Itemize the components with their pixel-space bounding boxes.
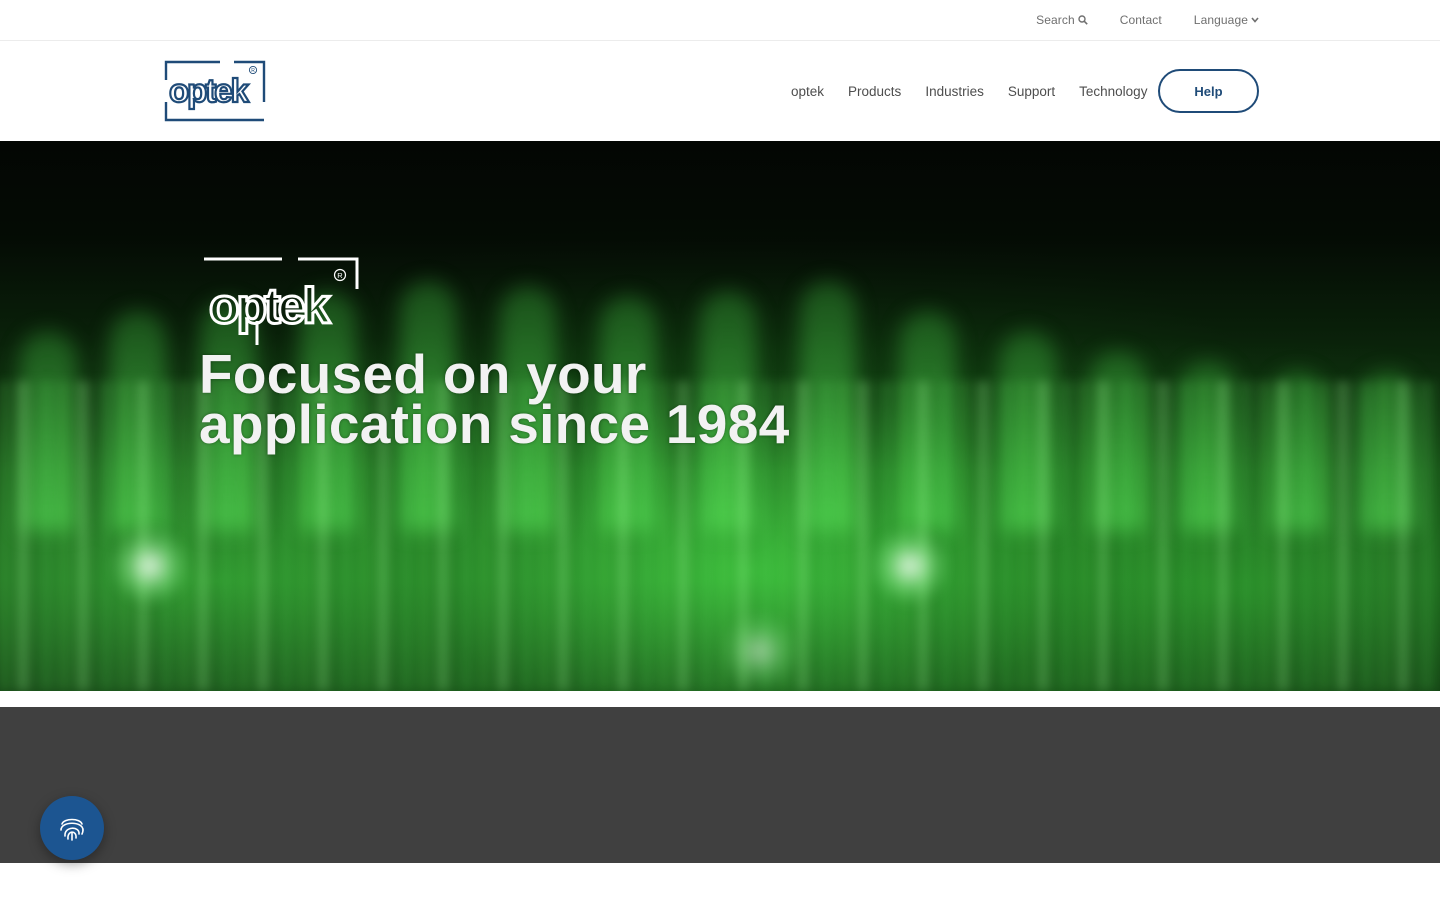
hero-optek-logo: optek R — [204, 257, 359, 345]
nav-item-technology[interactable]: Technology — [1067, 84, 1159, 99]
hero-highlight — [720, 611, 800, 691]
contact-label: Contact — [1119, 13, 1162, 27]
logo-wordmark: optek — [169, 72, 250, 109]
language-dropdown[interactable]: Language — [1194, 13, 1259, 27]
hero-highlight — [110, 526, 190, 606]
search-link[interactable]: Search — [1036, 13, 1088, 27]
contact-link[interactable]: Contact — [1120, 13, 1162, 27]
main-nav: optek Products Industries Support Techno… — [779, 41, 1159, 141]
site-header: optek R optek Products Industries Suppor… — [0, 41, 1440, 141]
optek-logo[interactable]: optek R — [164, 60, 266, 122]
chevron-down-icon — [1251, 17, 1259, 23]
help-button[interactable]: Help — [1158, 69, 1259, 113]
nav-item-products[interactable]: Products — [836, 84, 913, 99]
nav-item-support[interactable]: Support — [996, 84, 1067, 99]
privacy-settings-button[interactable] — [40, 796, 104, 860]
hero-headline-line2: application since 1984 — [199, 393, 790, 455]
hero-headline-line1: Focused on your — [199, 343, 647, 405]
hero-headline: Focused on your application since 1984 — [199, 343, 790, 455]
hero-banner: optek R Focused on your application sinc… — [0, 141, 1440, 691]
svg-text:R: R — [251, 68, 255, 74]
nav-item-optek[interactable]: optek — [779, 84, 836, 99]
utility-bar: Search Contact Language — [0, 0, 1440, 41]
hero-highlight — [870, 526, 950, 606]
search-icon — [1078, 15, 1088, 25]
utility-links: Search Contact Language — [1036, 0, 1259, 40]
hero-logo-wordmark: optek — [209, 278, 331, 334]
language-label: Language — [1193, 13, 1248, 27]
svg-text:R: R — [337, 271, 343, 280]
nav-item-industries[interactable]: Industries — [913, 84, 996, 99]
fingerprint-icon — [60, 818, 84, 841]
search-label: Search — [1036, 13, 1075, 27]
dark-section — [0, 707, 1440, 863]
